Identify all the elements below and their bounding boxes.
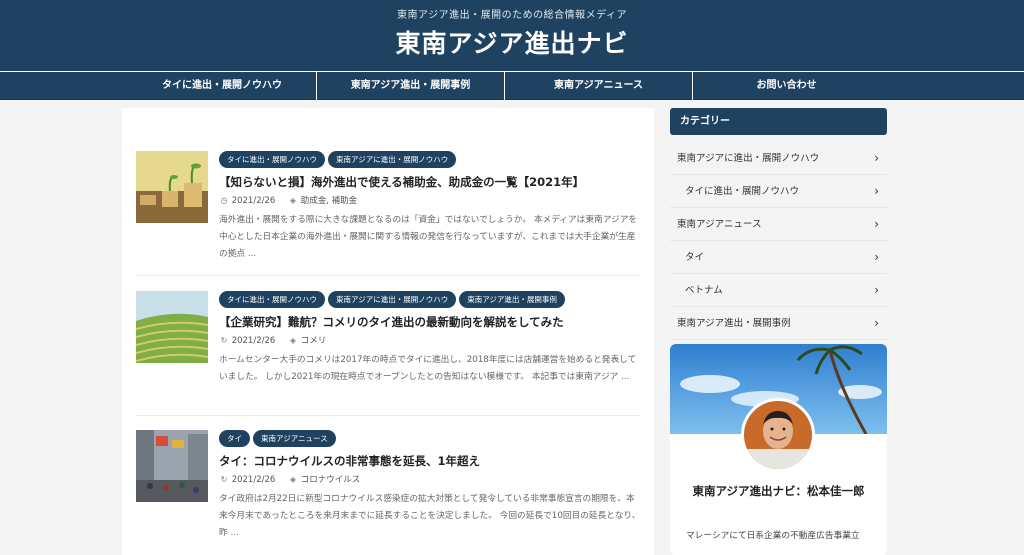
tag-icon: ◈ xyxy=(289,196,297,205)
article-category[interactable]: 助成金, 補助金 xyxy=(301,196,357,206)
nav-item-thailand-knowhow[interactable]: タイに進出・展開ノウハウ xyxy=(128,72,316,100)
nav-item-sea-cases[interactable]: 東南アジア進出・展開事例 xyxy=(316,72,504,100)
site-title[interactable]: 東南アジア進出ナビ xyxy=(0,24,1024,60)
nav-item-sea-news[interactable]: 東南アジアニュース xyxy=(504,72,692,100)
category-item-thailand[interactable]: タイ › xyxy=(670,241,887,274)
article-thumbnail[interactable] xyxy=(136,151,208,223)
category-label: ベトナム xyxy=(685,285,723,296)
tag-link[interactable]: タイに進出・展開ノウハウ xyxy=(219,291,325,308)
tag-link[interactable]: 東南アジアニュース xyxy=(253,430,336,447)
article-category[interactable]: コロナウイルス xyxy=(301,475,361,485)
article-tags: タイに進出・展開ノウハウ 東南アジアに進出・展開ノウハウ xyxy=(219,151,459,168)
tag-link[interactable]: 東南アジア進出・展開事例 xyxy=(459,291,565,308)
profile-description: マレーシアにて日系企業の不動産広告事業立 xyxy=(686,531,860,541)
category-label: 東南アジア進出・展開事例 xyxy=(677,318,791,329)
category-item-vietnam[interactable]: ベトナム › xyxy=(670,274,887,307)
tag-link[interactable]: 東南アジアに進出・展開ノウハウ xyxy=(328,291,457,308)
category-heading: カテゴリー xyxy=(670,108,887,135)
site-header: 東南アジア進出・展開のための総合情報メディア 東南アジア進出ナビ xyxy=(0,0,1024,71)
article-date: 2021/2/26 xyxy=(231,196,276,206)
article-meta: ↻ 2021/2/26 ◈ コロナウイルス xyxy=(219,473,361,485)
article-excerpt: ホームセンター大手のコメリは2017年の時点でタイに進出し、2018年度には店舗… xyxy=(219,355,637,382)
chevron-right-icon: › xyxy=(874,316,879,330)
article-tags: タイに進出・展開ノウハウ 東南アジアに進出・展開ノウハウ 東南アジア進出・展開事例 xyxy=(219,291,568,308)
refresh-icon: ↻ xyxy=(220,336,228,345)
article-divider xyxy=(136,415,641,416)
profile-card: 東南アジア進出ナビ：松本佳一郎 マレーシアにて日系企業の不動産広告事業立 xyxy=(670,344,887,555)
nav-item-contact[interactable]: お問い合わせ xyxy=(692,72,880,100)
article-meta: ◷ 2021/2/26 ◈ 助成金, 補助金 xyxy=(219,194,358,206)
clock-icon: ◷ xyxy=(220,196,228,205)
tag-link[interactable]: 東南アジアに進出・展開ノウハウ xyxy=(328,151,457,168)
avatar xyxy=(741,398,815,472)
tag-icon: ◈ xyxy=(289,475,297,484)
article-item: タイ 東南アジアニュース タイ：コロナウイルスの非常事態を延長、1年超え ↻ 20… xyxy=(136,430,641,555)
article-title[interactable]: タイ：コロナウイルスの非常事態を延長、1年超え xyxy=(219,453,480,469)
category-label: タイ xyxy=(685,252,705,263)
article-meta: ↻ 2021/2/26 ◈ コメリ xyxy=(219,334,327,346)
chevron-right-icon: › xyxy=(874,217,879,231)
main-nav: タイに進出・展開ノウハウ 東南アジア進出・展開事例 東南アジアニュース お問い合… xyxy=(0,71,1024,100)
chevron-right-icon: › xyxy=(874,250,879,264)
article-list: タイに進出・展開ノウハウ 東南アジアに進出・展開ノウハウ 【知らないと損】海外進出… xyxy=(122,108,654,555)
chevron-right-icon: › xyxy=(874,283,879,297)
article-thumbnail[interactable] xyxy=(136,430,208,502)
article-title[interactable]: 【企業研究】難航？コメリのタイ進出の最新動向を解説をしてみた xyxy=(219,314,564,330)
profile-name: 東南アジア進出ナビ：松本佳一郎 xyxy=(692,484,865,498)
article-date: 2021/2/26 xyxy=(231,475,276,485)
tag-link[interactable]: タイに進出・展開ノウハウ xyxy=(219,151,325,168)
article-category[interactable]: コメリ xyxy=(301,336,327,346)
category-item-sea-cases[interactable]: 東南アジア進出・展開事例 › xyxy=(670,307,887,340)
category-item-sea-news[interactable]: 東南アジアニュース › xyxy=(670,208,887,241)
article-thumbnail[interactable] xyxy=(136,291,208,363)
chevron-right-icon: › xyxy=(874,184,879,198)
category-label: タイに進出・展開ノウハウ xyxy=(685,186,800,197)
category-label: 東南アジアニュース xyxy=(677,219,762,230)
article-divider xyxy=(136,275,641,276)
article-title[interactable]: 【知らないと損】海外進出で使える補助金、助成金の一覧【2021年】 xyxy=(219,174,584,190)
refresh-icon: ↻ xyxy=(220,475,228,484)
article-excerpt: 海外進出・展開をする際に大きな課題となるのは「資金」ではないでしょうか。 本メデ… xyxy=(219,215,638,259)
tag-icon: ◈ xyxy=(289,336,297,345)
category-item-thailand-knowhow[interactable]: タイに進出・展開ノウハウ › xyxy=(670,175,887,208)
article-item: タイに進出・展開ノウハウ 東南アジアに進出・展開ノウハウ 東南アジア進出・展開事例 … xyxy=(136,291,641,411)
category-label: 東南アジアに進出・展開ノウハウ xyxy=(677,153,820,164)
article-tags: タイ 東南アジアニュース xyxy=(219,430,339,447)
tag-link[interactable]: タイ xyxy=(219,430,250,447)
article-date: 2021/2/26 xyxy=(231,336,276,346)
category-item-sea-knowhow[interactable]: 東南アジアに進出・展開ノウハウ › xyxy=(670,142,887,175)
chevron-right-icon: › xyxy=(874,151,879,165)
site-tagline: 東南アジア進出・展開のための総合情報メディア xyxy=(397,10,627,21)
article-item: タイに進出・展開ノウハウ 東南アジアに進出・展開ノウハウ 【知らないと損】海外進出… xyxy=(136,151,641,271)
article-excerpt: タイ政府は2月22日に新型コロナウイルス感染症の拡大対策として発令している非常事… xyxy=(219,494,641,538)
